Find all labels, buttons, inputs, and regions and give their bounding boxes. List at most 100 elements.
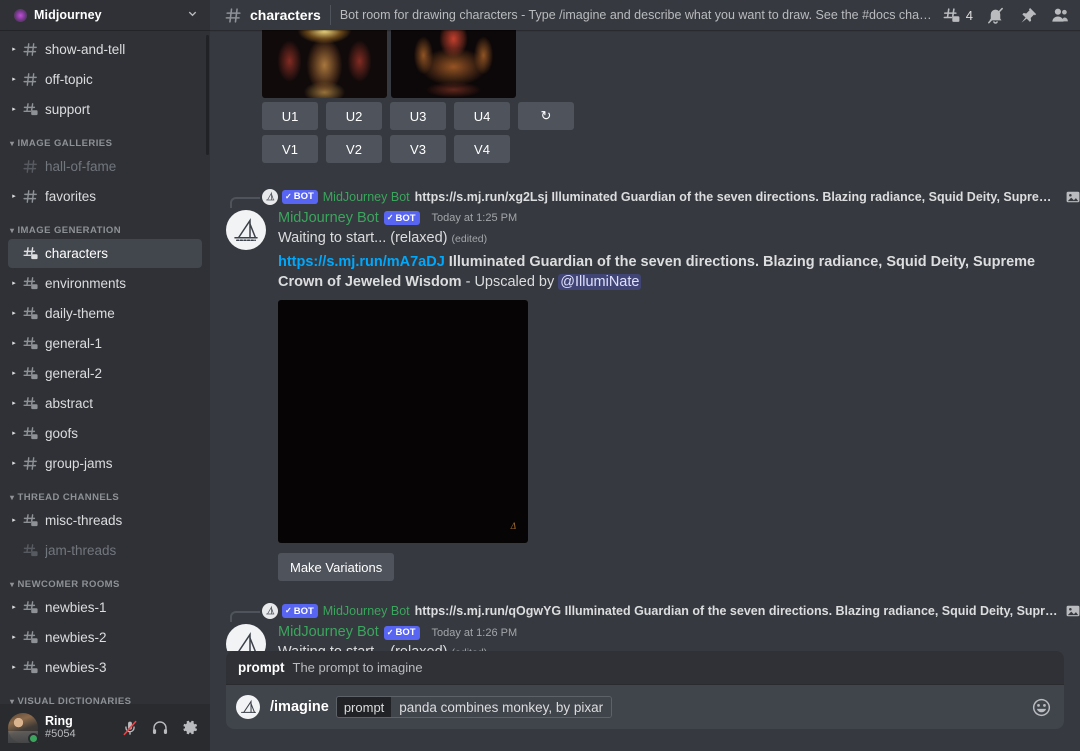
reply-author[interactable]: MidJourney Bot (323, 190, 410, 204)
channel-list[interactable]: ▸ show-and-tell ▸ off-topic ▸ (0, 30, 210, 704)
avatar[interactable] (8, 713, 38, 743)
reply-author[interactable]: MidJourney Bot (323, 604, 410, 618)
midjourney-job-link[interactable]: https://s.mj.run/mA7aDJ (278, 254, 445, 270)
thread-arrow-icon[interactable]: ▸ (8, 460, 20, 467)
thread-arrow-icon[interactable]: ▸ (8, 664, 20, 671)
variation-button-v4[interactable]: V4 (454, 135, 510, 163)
server-header[interactable]: Midjourney (0, 0, 210, 30)
category-image-generation[interactable]: ▾ IMAGE GENERATION (0, 212, 210, 239)
sidebar-item-group-jams[interactable]: ▸ group-jams (8, 449, 202, 478)
microphone-muted-icon[interactable] (116, 714, 144, 742)
bot-badge-label: BOT (294, 192, 314, 202)
message-author[interactable]: MidJourney Bot (278, 623, 379, 642)
thread-arrow-icon[interactable]: ▸ (8, 517, 20, 524)
thread-count-badge: 4 (966, 8, 973, 23)
thread-arrow-icon[interactable]: ▸ (8, 430, 20, 437)
sidebar-item-off-topic[interactable]: ▸ off-topic (8, 65, 202, 94)
thread-arrow-icon[interactable]: ▸ (8, 604, 20, 611)
message-author[interactable]: MidJourney Bot (278, 209, 379, 228)
user-info[interactable]: Ring #5054 (45, 714, 116, 742)
reply-reference[interactable]: ✓BOT MidJourney Bot https://s.mj.run/xg2… (210, 187, 1080, 207)
verified-check-icon: ✓ (387, 214, 394, 222)
category-image-galleries[interactable]: ▾ IMAGE GALLERIES (0, 125, 210, 152)
command-option-chip[interactable]: prompt panda combines monkey, by pixar (336, 696, 612, 718)
hash-icon (20, 40, 40, 60)
avatar[interactable] (226, 624, 266, 651)
sidebar-item-abstract[interactable]: ▸ abstract (8, 389, 202, 418)
thread-arrow-icon[interactable]: ▸ (8, 370, 20, 377)
reroll-button[interactable]: ↻ (518, 102, 574, 130)
composer-area: prompt The prompt to imagine /imagine pr… (210, 651, 1080, 751)
sidebar-item-hall-of-fame[interactable]: ▸ hall-of-fame (8, 152, 202, 181)
chevron-down-icon: ▾ (10, 226, 14, 235)
category-visual-dictionaries[interactable]: ▾ VISUAL DICTIONARIES (0, 683, 210, 704)
pin-icon[interactable] (1018, 6, 1037, 25)
bot-badge: ✓BOT (282, 190, 318, 204)
emoji-icon[interactable] (1031, 697, 1052, 718)
discord-app: Midjourney ▸ show-and-tell ▸ (0, 0, 1080, 751)
message-list[interactable]: U1 U2 U3 U4 ↻ V1 V2 V3 V4 (210, 30, 1080, 651)
variation-button-v3[interactable]: V3 (390, 135, 446, 163)
avatar[interactable] (226, 210, 266, 250)
sidebar-item-goofs[interactable]: ▸ goofs (8, 419, 202, 448)
thread-arrow-icon[interactable]: ▸ (8, 76, 20, 83)
reply-reference[interactable]: ✓BOT MidJourney Bot https://s.mj.run/qOg… (210, 601, 1080, 621)
generated-image-content (278, 300, 528, 543)
chevron-down-icon[interactable] (187, 8, 198, 22)
forum-icon (20, 658, 40, 678)
generated-image-thumbnail[interactable] (391, 30, 516, 98)
make-variations-button[interactable]: Make Variations (278, 553, 394, 581)
thread-arrow-icon[interactable]: ▸ (8, 310, 20, 317)
sidebar-item-misc-threads[interactable]: ▸ misc-threads (8, 506, 202, 535)
forum-icon (20, 598, 40, 618)
sidebar-item-newbies-3[interactable]: ▸ newbies-3 (8, 653, 202, 682)
sidebar-item-environments[interactable]: ▸ environments (8, 269, 202, 298)
user-mention[interactable]: @IllumiNate (558, 274, 641, 290)
status-badge (28, 733, 39, 744)
thread-arrow-icon[interactable]: ▸ (8, 400, 20, 407)
thread-arrow-icon[interactable]: ▸ (8, 634, 20, 641)
upscale-button-u1[interactable]: U1 (262, 102, 318, 130)
thread-arrow-icon[interactable]: ▸ (8, 340, 20, 347)
message-input-bar[interactable]: /imagine prompt panda combines monkey, b… (226, 685, 1064, 729)
sidebar-item-show-and-tell[interactable]: ▸ show-and-tell (8, 35, 202, 64)
thread-arrow-icon[interactable]: ▸ (8, 280, 20, 287)
image-attachment-icon (1065, 605, 1080, 618)
sidebar-item-jam-threads[interactable]: ▸ jam-threads (8, 536, 202, 565)
upscale-button-u4[interactable]: U4 (454, 102, 510, 130)
channel-topic[interactable]: Bot room for drawing characters - Type /… (340, 8, 932, 22)
generated-image-thumbnail[interactable] (262, 30, 387, 98)
category-thread-channels[interactable]: ▾ THREAD CHANNELS (0, 479, 210, 506)
category-newcomer-rooms[interactable]: ▾ NEWCOMER ROOMS (0, 566, 210, 593)
thread-arrow-icon[interactable]: ▸ (8, 46, 20, 53)
sidebar-item-general-1[interactable]: ▸ general-1 (8, 329, 202, 358)
image-grid-preview[interactable] (210, 30, 1080, 98)
upscale-button-u2[interactable]: U2 (326, 102, 382, 130)
thread-arrow-icon[interactable]: ▸ (8, 106, 20, 113)
upscale-button-u3[interactable]: U3 (390, 102, 446, 130)
forum-icon (20, 364, 40, 384)
sidebar-item-general-2[interactable]: ▸ general-2 (8, 359, 202, 388)
slash-command-name: /imagine (270, 699, 329, 715)
sidebar-item-daily-theme[interactable]: ▸ daily-theme (8, 299, 202, 328)
threads-button[interactable]: 4 (942, 6, 973, 25)
sidebar-item-favorites[interactable]: ▸ favorites (8, 182, 202, 211)
channel-sidebar: Midjourney ▸ show-and-tell ▸ (0, 0, 210, 751)
variation-button-v1[interactable]: V1 (262, 135, 318, 163)
sidebar-scrollbar[interactable] (206, 35, 209, 155)
bell-muted-icon[interactable] (986, 6, 1005, 25)
sidebar-item-characters[interactable]: ▸ characters (8, 239, 202, 268)
variation-button-v2[interactable]: V2 (326, 135, 382, 163)
headphones-icon[interactable] (146, 714, 174, 742)
prompt-input-value[interactable]: panda combines monkey, by pixar (391, 697, 611, 717)
bot-badge: ✓BOT (282, 604, 318, 618)
members-icon[interactable] (1050, 5, 1070, 25)
generated-image[interactable]: Δ (278, 300, 528, 543)
chevron-down-icon: ▾ (10, 139, 14, 148)
sidebar-item-support[interactable]: ▸ support (8, 95, 202, 124)
sidebar-item-newbies-1[interactable]: ▸ newbies-1 (8, 593, 202, 622)
channel-label: general-2 (45, 366, 102, 381)
gear-icon[interactable] (176, 714, 204, 742)
thread-arrow-icon[interactable]: ▸ (8, 193, 20, 200)
sidebar-item-newbies-2[interactable]: ▸ newbies-2 (8, 623, 202, 652)
